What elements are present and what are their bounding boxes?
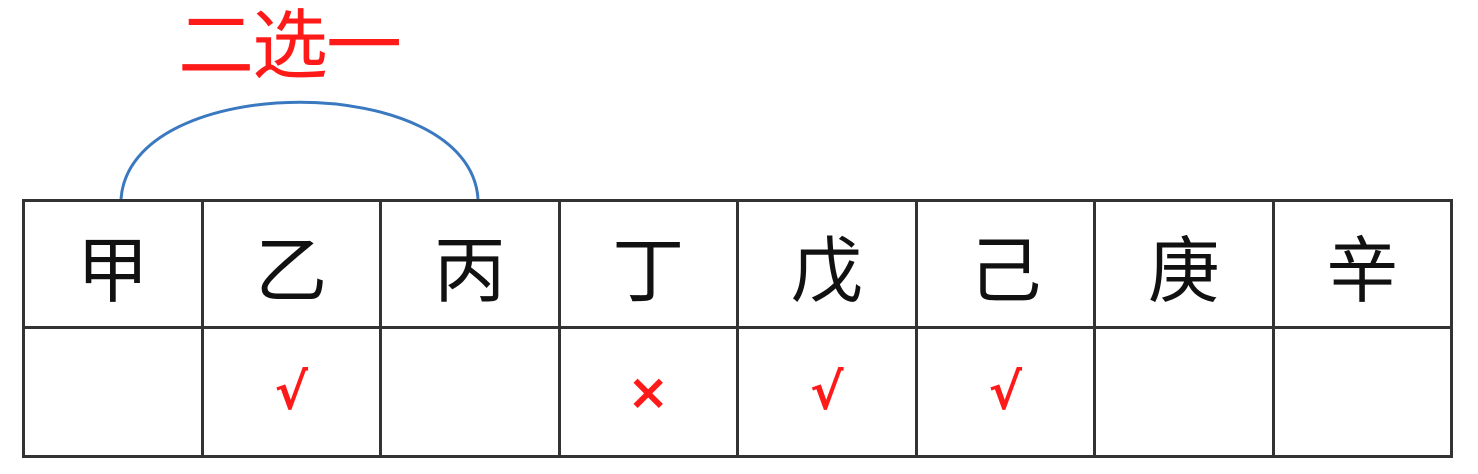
header-cell-yi: 乙: [200, 199, 382, 329]
header-cell-bing: 丙: [379, 199, 561, 329]
mark-cell-ji: √: [914, 326, 1096, 458]
header-cell-xin: 辛: [1271, 199, 1453, 329]
header-cell-geng: 庚: [1093, 199, 1275, 329]
mark-cell-xin: [1271, 326, 1453, 458]
stem-table: 甲 乙 丙 丁 戊 己 庚 辛 √ × √ √: [22, 199, 1453, 458]
mark-row: √ × √ √: [22, 326, 1453, 458]
mark-cell-yi: √: [200, 326, 382, 458]
header-cell-ji: 己: [914, 199, 1096, 329]
header-cell-ding: 丁: [557, 199, 739, 329]
mark-cell-ding: ×: [557, 326, 739, 458]
mark-cell-wu: √: [736, 326, 918, 458]
bracket-arc: [119, 100, 480, 200]
header-cell-wu: 戊: [736, 199, 918, 329]
mark-cell-bing: [379, 326, 561, 458]
header-cell-jia: 甲: [22, 199, 204, 329]
mark-cell-geng: [1093, 326, 1275, 458]
choose-one-label: 二选一: [178, 1, 402, 90]
header-row: 甲 乙 丙 丁 戊 己 庚 辛: [22, 199, 1453, 329]
mark-cell-jia: [22, 326, 204, 458]
